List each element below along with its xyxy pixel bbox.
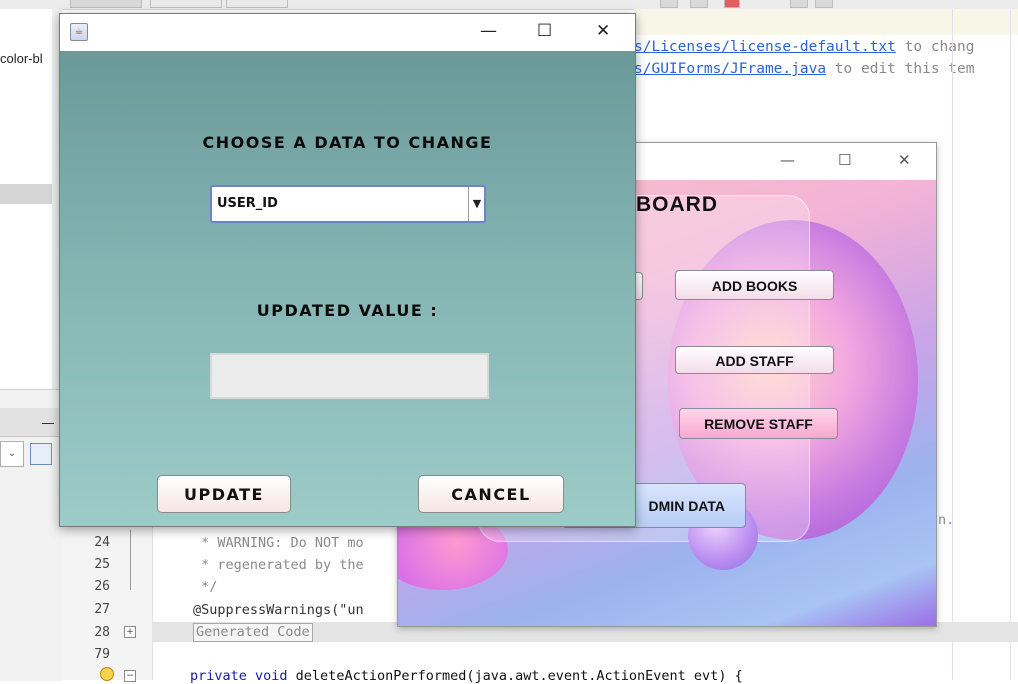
minimize-icon[interactable]: — bbox=[780, 151, 795, 169]
license-comment-line: s/Licenses/license-default.txt to chang bbox=[634, 39, 975, 55]
add-staff-button[interactable]: ADD STAFF bbox=[675, 346, 834, 374]
line-number: 79 bbox=[94, 647, 110, 662]
toolbar-icon[interactable] bbox=[724, 0, 740, 8]
line-number: 24 bbox=[94, 535, 110, 550]
updated-value-label: UPDATED VALUE : bbox=[256, 301, 439, 320]
maximize-icon[interactable]: ☐ bbox=[537, 21, 552, 41]
lightbulb-hint-icon[interactable] bbox=[100, 667, 114, 681]
toolbar-icon[interactable] bbox=[815, 0, 833, 8]
data-field-dropdown[interactable]: USER_ID ▼ bbox=[210, 185, 486, 223]
updated-value-input[interactable] bbox=[210, 353, 489, 399]
code-line: * WARNING: Do NOT mo bbox=[193, 535, 364, 551]
line-number: 28 bbox=[94, 625, 110, 640]
source-tab[interactable] bbox=[70, 0, 142, 8]
template-comment-line: s/GUIForms/JFrame.java to edit this tem bbox=[634, 61, 975, 77]
line-number: 25 bbox=[94, 557, 110, 572]
maximize-icon[interactable]: ☐ bbox=[838, 151, 851, 169]
license-link[interactable]: s/Licenses/license-default.txt bbox=[634, 39, 896, 55]
chevron-down-icon[interactable]: ▼ bbox=[468, 187, 485, 221]
minimize-icon[interactable]: — bbox=[480, 21, 497, 41]
code-line: */ bbox=[193, 579, 218, 595]
margin-guide bbox=[952, 9, 953, 680]
cancel-button[interactable]: CANCEL bbox=[418, 475, 564, 513]
history-tab[interactable] bbox=[226, 0, 288, 8]
remove-staff-button[interactable]: REMOVE STAFF bbox=[679, 408, 838, 439]
code-line: @SuppressWarnings("un bbox=[193, 602, 364, 618]
code-line: private void deleteActionPerformed(java.… bbox=[190, 668, 743, 684]
dropdown-selected-value: USER_ID bbox=[217, 196, 278, 211]
code-fragment: n. bbox=[938, 512, 955, 528]
navigator-dropdown[interactable]: ⌄ bbox=[0, 441, 24, 467]
close-icon[interactable]: ✕ bbox=[596, 21, 610, 41]
dashboard-heading: BOARD bbox=[636, 193, 718, 216]
choose-data-label: CHOOSE A DATA TO CHANGE bbox=[202, 133, 493, 152]
line-number: 27 bbox=[94, 602, 110, 617]
editor-top-strip bbox=[634, 9, 1018, 35]
toolbar-icon[interactable] bbox=[660, 0, 678, 8]
project-tree-item[interactable]: color-bl bbox=[0, 51, 43, 66]
close-icon[interactable]: ✕ bbox=[898, 151, 911, 169]
template-link[interactable]: s/GUIForms/JFrame.java bbox=[634, 61, 826, 77]
toolbar-icon[interactable] bbox=[690, 0, 708, 8]
navigator-icon[interactable] bbox=[30, 443, 52, 465]
line-number: 26 bbox=[94, 579, 110, 594]
selected-tree-row[interactable] bbox=[0, 184, 52, 204]
minimize-icon[interactable] bbox=[42, 423, 54, 424]
update-dialog: ☕ — ☐ ✕ CHOOSE A DATA TO CHANGE USER_ID … bbox=[59, 13, 636, 527]
toolbar-icon[interactable] bbox=[790, 0, 808, 8]
dialog-content: CHOOSE A DATA TO CHANGE USER_ID ▼ UPDATE… bbox=[60, 51, 635, 526]
add-books-button[interactable]: ADD BOOKS bbox=[675, 270, 834, 300]
generated-code-fold[interactable]: Generated Code bbox=[193, 623, 313, 642]
margin-guide bbox=[1010, 9, 1011, 680]
fold-guide bbox=[130, 530, 131, 590]
fold-expand-icon[interactable]: + bbox=[124, 626, 136, 638]
code-line: * regenerated by the bbox=[193, 557, 364, 573]
fold-collapse-icon[interactable]: − bbox=[124, 670, 136, 682]
design-tab[interactable] bbox=[150, 0, 222, 8]
update-button[interactable]: UPDATE bbox=[157, 475, 291, 513]
dialog-titlebar[interactable]: ☕ — ☐ ✕ bbox=[60, 14, 635, 51]
java-app-icon: ☕ bbox=[70, 23, 88, 41]
